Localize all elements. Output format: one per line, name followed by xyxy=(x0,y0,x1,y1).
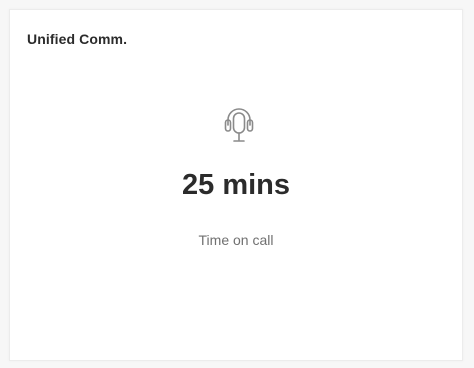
headset-icon xyxy=(223,105,255,147)
call-duration-label: Time on call xyxy=(198,232,274,248)
unified-comm-widget: Unified Comm. 25 mins Time on call xyxy=(9,9,463,361)
call-duration-value: 25 mins xyxy=(182,169,290,201)
widget-title: Unified Comm. xyxy=(27,31,128,47)
